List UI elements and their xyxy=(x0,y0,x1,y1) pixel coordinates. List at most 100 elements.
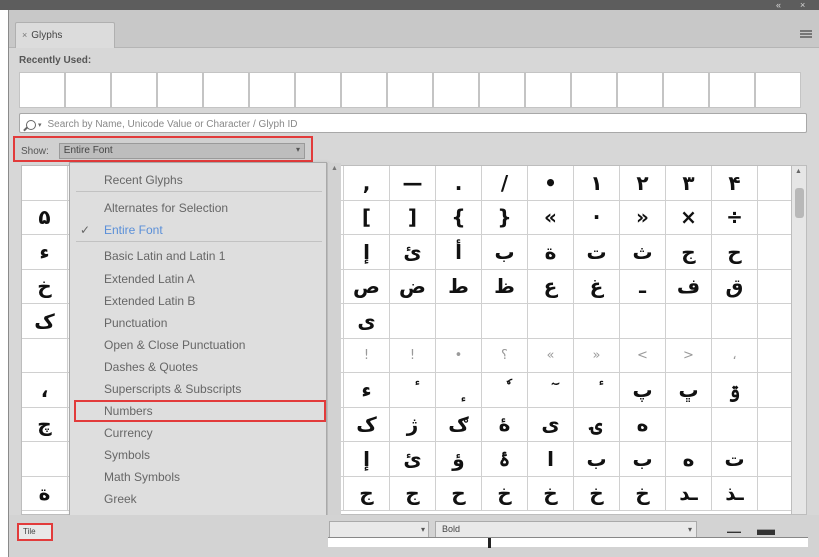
glyph-cell[interactable]: { xyxy=(436,200,482,235)
glyph-cell[interactable]: ج xyxy=(666,235,712,270)
glyph-cell[interactable]: } xyxy=(482,200,528,235)
glyph-cell[interactable]: ص xyxy=(344,269,390,304)
glyph-cell[interactable]: ت xyxy=(574,235,620,270)
glyph-cell[interactable] xyxy=(436,304,482,339)
glyph-cell[interactable]: < xyxy=(620,338,666,373)
glyph-cell[interactable]: ـذ xyxy=(712,476,758,511)
glyph-cell[interactable]: ا xyxy=(528,442,574,477)
menu-item-extended-latin-a[interactable]: Extended Latin A xyxy=(70,268,328,290)
menu-item-basic-latin-and-latin-1[interactable]: Basic Latin and Latin 1 xyxy=(70,245,328,267)
glyph-cell[interactable]: ع xyxy=(528,269,574,304)
glyph-cell[interactable]: ی xyxy=(528,407,574,442)
search-input[interactable]: Search by Name, Unicode Value or Charact… xyxy=(48,119,298,130)
glyph-cell[interactable]: ف xyxy=(666,269,712,304)
recent-glyph-cell[interactable] xyxy=(433,72,479,108)
glyph-cell[interactable]: إ xyxy=(344,442,390,477)
collapse-icon[interactable]: « xyxy=(776,0,781,10)
glyph-cell[interactable]: . xyxy=(436,166,482,201)
menu-item-math-symbols[interactable]: Math Symbols xyxy=(70,466,328,488)
panel-menu-icon[interactable] xyxy=(800,30,812,38)
glyph-cell[interactable]: · xyxy=(574,200,620,235)
glyph-cell[interactable]: [ xyxy=(344,200,390,235)
glyph-cell[interactable]: , xyxy=(344,166,390,201)
glyph-cell[interactable] xyxy=(528,304,574,339)
glyph-cell[interactable]: أ xyxy=(436,235,482,270)
menu-item-recent-glyphs[interactable]: Recent Glyphs xyxy=(70,169,328,191)
menu-item-superscripts-subscripts[interactable]: Superscripts & Subscripts xyxy=(70,378,328,400)
glyph-cell[interactable]: ڀ xyxy=(666,373,712,408)
recent-glyph-cell[interactable] xyxy=(709,72,755,108)
glyph-cell[interactable]: ء xyxy=(22,235,68,270)
recent-glyph-cell[interactable] xyxy=(157,72,203,108)
scroll-up-icon[interactable]: ▲ xyxy=(795,168,802,175)
glyph-cell[interactable] xyxy=(482,304,528,339)
glyph-cell[interactable]: ٣ xyxy=(666,166,712,201)
glyph-cell[interactable]: » xyxy=(620,200,666,235)
glyph-cell[interactable]: ! xyxy=(390,338,436,373)
glyph-cell[interactable]: ، xyxy=(22,373,68,408)
search-field[interactable]: ▾ Search by Name, Unicode Value or Chara… xyxy=(19,113,807,133)
glyph-cell[interactable]: ! xyxy=(344,338,390,373)
glyph-cell[interactable]: إ xyxy=(344,235,390,270)
menu-item-greek[interactable]: Greek xyxy=(70,488,328,510)
glyph-cell[interactable] xyxy=(620,304,666,339)
recent-glyph-cell[interactable] xyxy=(341,72,387,108)
glyph-cell[interactable]: ٕ xyxy=(436,373,482,408)
glyph-cell[interactable]: ؟ xyxy=(482,338,528,373)
menu-item-open-close-punctuation[interactable]: Open & Close Punctuation xyxy=(70,334,328,356)
tab-glyphs[interactable]: × Glyphs xyxy=(15,22,115,48)
glyph-cell[interactable]: ۴ xyxy=(712,166,758,201)
glyph-cell[interactable]: ۵ xyxy=(22,200,68,235)
glyph-cell[interactable]: ت xyxy=(712,442,758,477)
tab-close-icon[interactable]: × xyxy=(22,30,27,40)
glyph-cell[interactable]: ح xyxy=(436,476,482,511)
glyph-cell[interactable]: ث xyxy=(620,235,666,270)
glyph-cell[interactable]: ق xyxy=(712,269,758,304)
scroll-thumb[interactable] xyxy=(795,188,804,218)
recent-glyph-cell[interactable] xyxy=(65,72,111,108)
glyph-cell[interactable]: ٔ xyxy=(390,373,436,408)
glyph-cell[interactable] xyxy=(22,338,68,373)
glyph-cell[interactable]: ۀ xyxy=(482,407,528,442)
glyph-cell[interactable]: / xyxy=(482,166,528,201)
glyph-cell[interactable]: • xyxy=(436,338,482,373)
glyph-cell[interactable] xyxy=(390,304,436,339)
glyph-cell[interactable]: ظ xyxy=(482,269,528,304)
glyph-cell[interactable]: ء xyxy=(344,373,390,408)
glyph-cell[interactable]: خ xyxy=(574,476,620,511)
recent-glyph-cell[interactable] xyxy=(249,72,295,108)
glyph-cell[interactable]: > xyxy=(666,338,712,373)
glyph-cell[interactable] xyxy=(22,442,68,477)
recent-glyph-cell[interactable] xyxy=(111,72,157,108)
glyph-cell[interactable]: ژ xyxy=(390,407,436,442)
close-panel-icon[interactable]: × xyxy=(800,0,805,10)
glyph-cell[interactable]: ب xyxy=(574,442,620,477)
glyph-cell[interactable]: ٢ xyxy=(620,166,666,201)
recent-glyph-cell[interactable] xyxy=(479,72,525,108)
menu-scroll-up-icon[interactable]: ▲ xyxy=(331,165,338,172)
glyph-cell[interactable]: غ xyxy=(574,269,620,304)
recent-glyph-cell[interactable] xyxy=(19,72,65,108)
recent-glyph-cell[interactable] xyxy=(571,72,617,108)
menu-scrollbar[interactable]: ▲ xyxy=(327,163,341,557)
glyph-cell[interactable]: ئ xyxy=(390,235,436,270)
glyph-cell[interactable]: ة xyxy=(528,235,574,270)
size-field[interactable]: Tile xyxy=(17,523,53,541)
menu-item-symbols[interactable]: Symbols xyxy=(70,444,328,466)
glyph-cell[interactable]: ض xyxy=(390,269,436,304)
glyph-cell[interactable]: ـد xyxy=(666,476,712,511)
search-dropdown-icon[interactable]: ▾ xyxy=(38,121,42,129)
glyph-cell[interactable]: ة xyxy=(22,476,68,511)
glyph-cell[interactable]: ج xyxy=(344,476,390,511)
recent-glyph-cell[interactable] xyxy=(755,72,801,108)
glyph-cell[interactable]: خ xyxy=(22,269,68,304)
glyph-cell[interactable]: — xyxy=(390,166,436,201)
glyph-cell[interactable]: پ xyxy=(620,373,666,408)
glyph-cell[interactable]: خ xyxy=(482,476,528,511)
glyph-cell[interactable]: ۊ xyxy=(712,373,758,408)
glyph-cell[interactable] xyxy=(22,166,68,201)
glyph-cell[interactable]: ط xyxy=(436,269,482,304)
glyph-cell[interactable]: ٔ xyxy=(574,373,620,408)
glyph-cell[interactable] xyxy=(712,304,758,339)
menu-item-extended-latin-b[interactable]: Extended Latin B xyxy=(70,290,328,312)
